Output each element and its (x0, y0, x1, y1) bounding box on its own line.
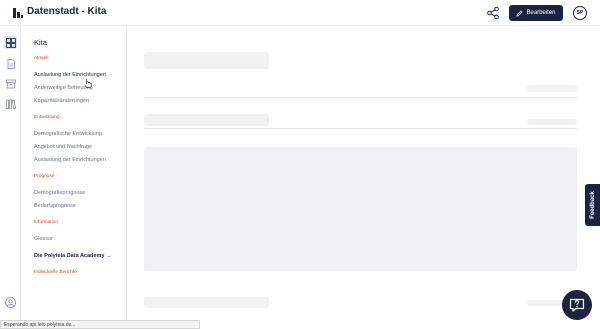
question-icon (569, 298, 585, 312)
sidebar-item-demografieprognose[interactable]: Demografieprognose (34, 190, 85, 196)
skeleton-title (144, 52, 269, 69)
feedback-tab[interactable]: Feedback (585, 184, 600, 226)
edit-button[interactable]: Bearbeiten (509, 5, 563, 21)
sidebar-item-glossar[interactable]: Glossar (34, 236, 53, 242)
academy-link[interactable]: Die Polyteia Data Academy → (34, 253, 111, 259)
section-information: Information (34, 220, 58, 225)
archive-icon[interactable] (4, 77, 17, 90)
icon-rail (0, 27, 21, 329)
skeleton-chart (144, 147, 577, 271)
sidebar-item-kapazitaetsaenderungen[interactable]: Kapazitätsänderungen (34, 98, 89, 104)
section-individuelle-berichte[interactable]: Individuelle Berichte (34, 270, 77, 275)
help-button[interactable] (562, 290, 592, 320)
sidebar-item-angebot-nachfrage[interactable]: Angebot und Nachfrage (34, 144, 92, 150)
sidebar-item-auslastung[interactable]: Auslastung der Einrichtungen (34, 72, 106, 78)
top-bar: Datenstadt - Kita Bearbeiten SP (0, 0, 600, 26)
avatar[interactable]: SP (573, 6, 587, 20)
divider (144, 128, 577, 129)
sidebar-title: Kita (34, 38, 47, 47)
bars-logo-icon[interactable] (13, 8, 23, 18)
browser-status-bar: Esperando api.leto.polyteia.de... (0, 320, 200, 329)
main-content (128, 27, 600, 329)
skeleton-subtitle (144, 297, 269, 308)
page-title: Datenstadt - Kita (27, 6, 107, 17)
divider (144, 97, 577, 98)
user-circle-icon[interactable] (4, 296, 17, 309)
sidebar-item-auslastung-entwicklung[interactable]: Auslastung der Einrichtungen (34, 157, 106, 163)
sidebar-item-demografische-entwicklung[interactable]: Demografische Entwicklung (34, 131, 102, 137)
skeleton-meta (527, 85, 577, 92)
skeleton-meta (527, 119, 577, 125)
library-icon[interactable] (4, 97, 17, 110)
dashboard-icon[interactable] (4, 36, 17, 49)
share-icon[interactable] (486, 6, 500, 20)
skeleton-subtitle (144, 114, 269, 126)
sidebar-item-bedarfsprognose[interactable]: Bedarfsprognose (34, 203, 76, 209)
section-entwicklung: Entwicklung (34, 115, 60, 120)
report-sidebar: Kita Aktuell Auslastung der Einrichtunge… (22, 27, 127, 329)
document-icon[interactable] (4, 57, 17, 70)
section-prognose: Prognose (34, 174, 55, 179)
feedback-label: Feedback (589, 191, 596, 219)
pencil-icon (516, 10, 523, 17)
section-aktuell: Aktuell (34, 56, 49, 61)
hand-cursor-icon (84, 79, 92, 88)
edit-button-label: Bearbeiten (526, 10, 556, 16)
